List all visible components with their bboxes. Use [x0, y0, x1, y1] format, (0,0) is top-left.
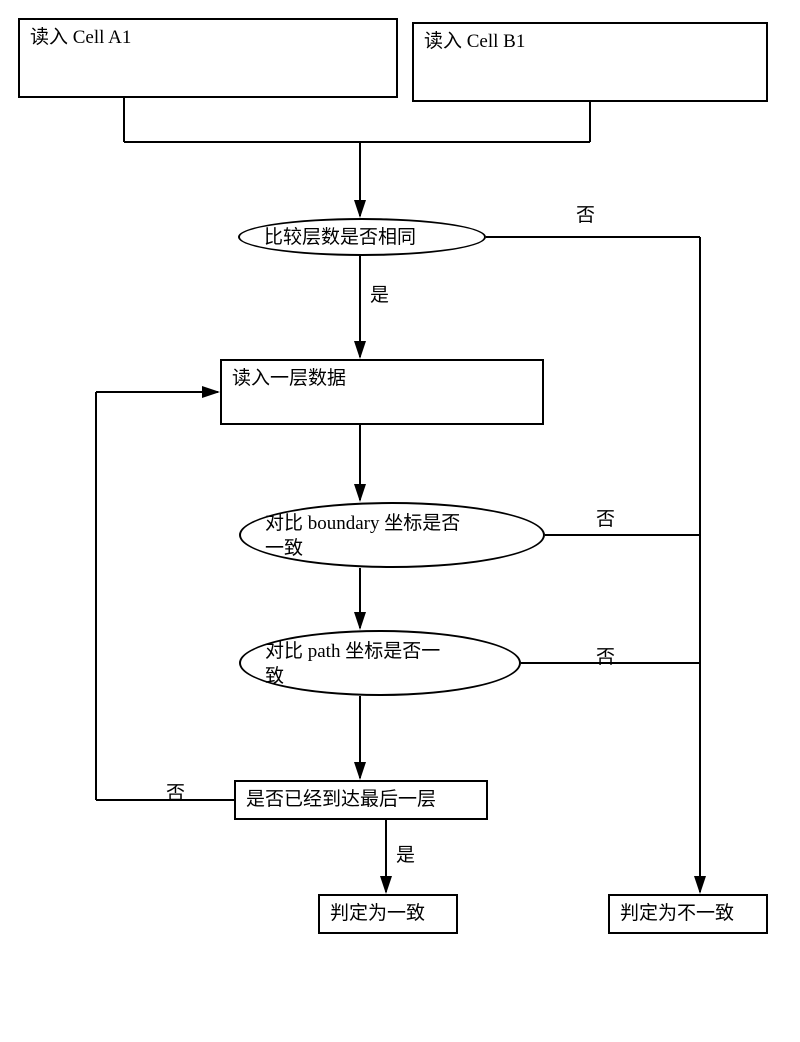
decision-last-layer: 是否已经到达最后一层 [234, 780, 488, 820]
result-no-match: 判定为不一致 [608, 894, 768, 934]
node-label: 对比 boundary 坐标是否 一致 [265, 513, 460, 559]
node-label: 判定为不一致 [620, 903, 734, 924]
decision-compare-boundary: 对比 boundary 坐标是否 一致 [239, 502, 545, 568]
node-label: 判定为一致 [330, 903, 425, 924]
process-read-layer: 读入一层数据 [220, 359, 544, 425]
node-label: 对比 path 坐标是否一 致 [265, 641, 440, 687]
edge-label-yes: 是 [370, 280, 389, 307]
decision-compare-path: 对比 path 坐标是否一 致 [239, 630, 521, 696]
node-label: 读入一层数据 [232, 368, 346, 389]
node-label: 读入 Cell B1 [424, 31, 525, 52]
input-cell-b1: 读入 Cell B1 [412, 22, 768, 102]
result-match: 判定为一致 [318, 894, 458, 934]
edge-label-no: 否 [166, 778, 185, 805]
edge-label-no: 否 [596, 504, 615, 531]
edge-label-yes: 是 [396, 840, 415, 867]
edge-label-no: 否 [576, 200, 595, 227]
edge-label-no: 否 [596, 642, 615, 669]
node-label: 读入 Cell A1 [30, 27, 131, 48]
decision-compare-layers: 比较层数是否相同 [238, 218, 486, 256]
node-label: 是否已经到达最后一层 [246, 789, 436, 810]
node-label: 比较层数是否相同 [264, 227, 416, 248]
input-cell-a1: 读入 Cell A1 [18, 18, 398, 98]
